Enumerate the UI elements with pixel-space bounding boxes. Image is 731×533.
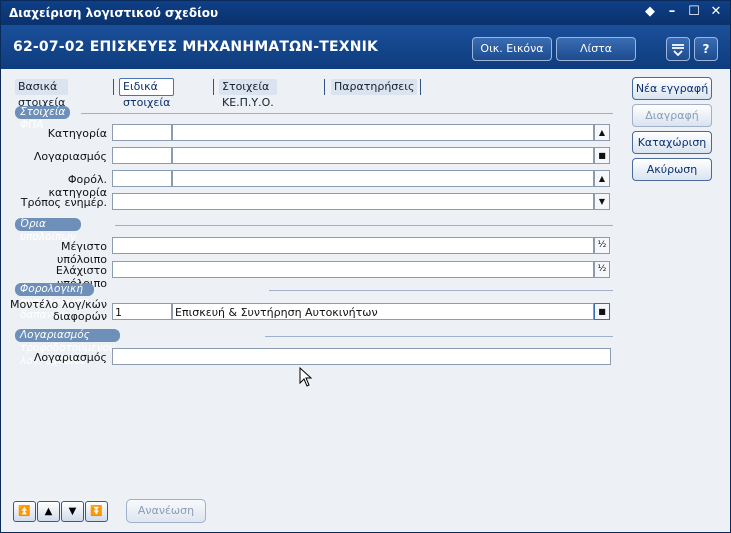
new-record-button[interactable]: Νέα εγγραφή bbox=[632, 77, 712, 100]
diff-model-code-input[interactable]: 1 bbox=[112, 303, 172, 320]
tab-divider bbox=[113, 79, 114, 95]
window-controls: ◆ – ☐ ✕ bbox=[642, 4, 724, 20]
minimize-icon[interactable]: – bbox=[664, 4, 680, 20]
window-title: Διαχείριση λογιστικού σχεδίου bbox=[9, 6, 219, 20]
save-button[interactable]: Καταχώριση bbox=[632, 131, 712, 154]
tab-special[interactable]: Ειδικά στοιχεία bbox=[119, 78, 175, 109]
max-balance-input[interactable] bbox=[112, 237, 594, 254]
record-header: 62-07-02 ΕΠΙΣΚΕΥΕΣ ΜΗΧΑΝΗΜΑΤΩΝ-ΤΕΧΝΙΚ Οι… bbox=[1, 25, 730, 69]
section-title: Στοιχεία ΦΠΑ bbox=[15, 106, 71, 131]
section-title: Φορολογική αναμόρφωση δαπανών bbox=[15, 283, 94, 321]
content-area: Βασικά στοιχεία Ειδικά στοιχεία Στοιχεία… bbox=[1, 69, 730, 532]
diff-model-label-line2: διαφορών bbox=[52, 310, 107, 323]
diff-model-input[interactable]: Επισκευή & Συντήρηση Αυτοκινήτων bbox=[172, 303, 594, 320]
account-input[interactable] bbox=[172, 147, 594, 164]
fed-account-input[interactable] bbox=[112, 348, 611, 365]
chevron-down-icon[interactable]: ▼ bbox=[594, 193, 610, 210]
list-button[interactable]: Λίστα bbox=[556, 37, 636, 61]
calculator-icon[interactable]: ½ bbox=[594, 261, 610, 278]
pin-icon[interactable]: ◆ bbox=[642, 4, 658, 20]
diff-model-lookup-icon[interactable]: ■ bbox=[594, 303, 610, 320]
diff-model-label: Μοντέλο λογ/κών διαφορών bbox=[5, 299, 107, 323]
section-title: Λογαριασμός τροφοδοτούμενου λογ. σχεδίου bbox=[15, 329, 121, 367]
last-record-icon[interactable]: ⏬ bbox=[85, 501, 108, 522]
max-balance-label: Μέγιστο υπόλοιπο bbox=[56, 240, 107, 266]
min-balance-input[interactable] bbox=[112, 261, 594, 278]
account-code-input[interactable] bbox=[112, 147, 172, 164]
tab-divider bbox=[420, 79, 421, 95]
main-window: Διαχείριση λογιστικού σχεδίου ◆ – ☐ ✕ 62… bbox=[0, 0, 731, 533]
previous-record-icon[interactable]: ▲ bbox=[37, 501, 60, 522]
section-title: Όρια υπολοίπων bbox=[15, 218, 81, 243]
next-record-icon[interactable]: ▼ bbox=[61, 501, 84, 522]
tab-divider bbox=[324, 79, 325, 95]
tab-kepyo[interactable]: Στοιχεία ΚΕ.Π.Υ.Ο. bbox=[219, 79, 277, 109]
refresh-button[interactable]: Ανανέωση bbox=[126, 499, 206, 523]
menu-icon[interactable] bbox=[666, 37, 690, 61]
first-record-icon[interactable]: ⏫ bbox=[13, 501, 36, 522]
fed-account-label: Λογαριασμός bbox=[33, 351, 107, 364]
tax-category-code-input[interactable] bbox=[112, 170, 172, 187]
calculator-icon[interactable]: ½ bbox=[594, 237, 610, 254]
cancel-button[interactable]: Ακύρωση bbox=[632, 158, 712, 181]
update-method-select[interactable] bbox=[112, 193, 594, 210]
maximize-icon[interactable]: ☐ bbox=[686, 4, 702, 20]
category-input[interactable] bbox=[172, 124, 594, 141]
record-title: 62-07-02 ΕΠΙΣΚΕΥΕΣ ΜΗΧΑΝΗΜΑΤΩΝ-ΤΕΧΝΙΚ bbox=[13, 39, 379, 55]
close-icon[interactable]: ✕ bbox=[708, 4, 724, 20]
category-spin-icon[interactable]: ▲ bbox=[594, 124, 610, 141]
section-divider bbox=[269, 290, 613, 291]
section-divider bbox=[115, 225, 613, 226]
section-divider bbox=[265, 336, 613, 337]
account-lookup-icon[interactable]: ■ bbox=[594, 147, 610, 164]
title-bar: Διαχείριση λογιστικού σχεδίου ◆ – ☐ ✕ bbox=[1, 1, 730, 25]
section-divider bbox=[81, 113, 613, 114]
tax-category-input[interactable] bbox=[172, 170, 594, 187]
delete-button[interactable]: Διαγραφή bbox=[632, 104, 712, 127]
oik-eikona-button[interactable]: Οικ. Εικόνα bbox=[472, 37, 552, 61]
help-icon[interactable]: ? bbox=[694, 37, 718, 61]
account-label: Λογαριασμός bbox=[33, 150, 107, 163]
category-label: Κατηγορία bbox=[47, 127, 107, 140]
mouse-cursor-icon bbox=[299, 367, 313, 387]
tab-notes[interactable]: Παρατηρήσεις bbox=[331, 79, 418, 95]
tab-basic[interactable]: Βασικά στοιχεία bbox=[15, 79, 69, 109]
update-method-label: Τρόπος ενημέρ. bbox=[20, 196, 107, 209]
category-code-input[interactable] bbox=[112, 124, 172, 141]
tab-divider bbox=[213, 79, 214, 95]
tax-category-spin-icon[interactable]: ▲ bbox=[594, 170, 610, 187]
